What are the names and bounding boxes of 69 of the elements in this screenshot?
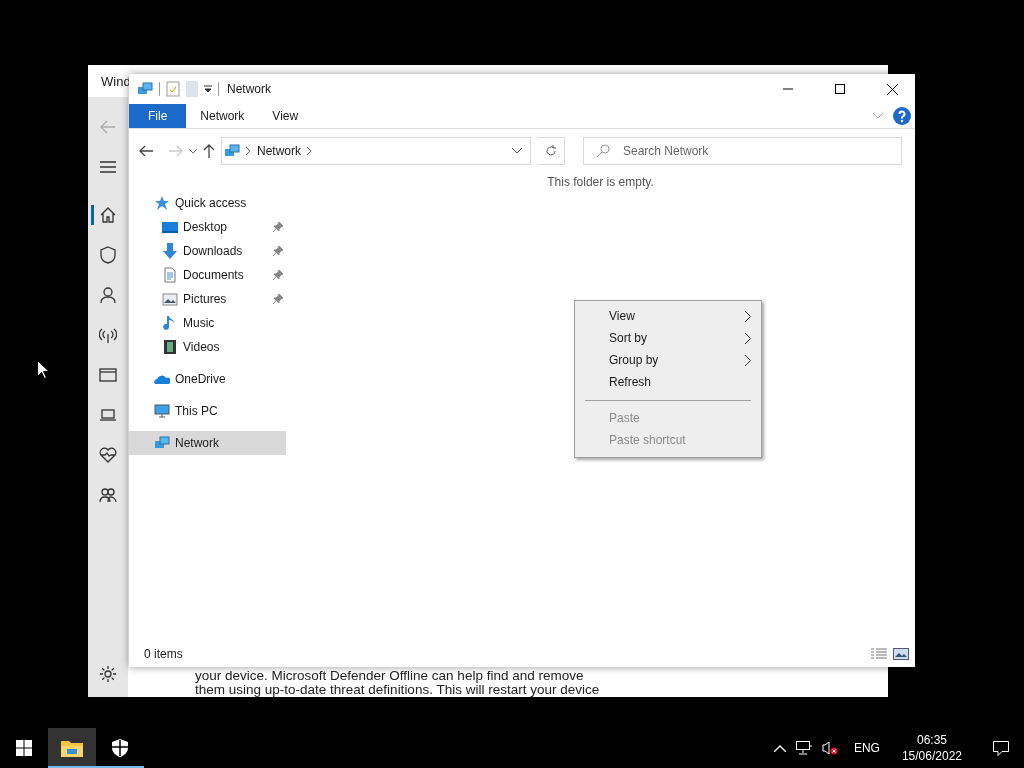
nav-item[interactable]: Videos xyxy=(129,335,286,359)
file-tab[interactable]: File xyxy=(129,104,187,128)
document-icon xyxy=(162,267,178,283)
heart-icon[interactable] xyxy=(99,446,117,464)
up-icon[interactable] xyxy=(203,144,215,158)
family-icon[interactable] xyxy=(99,486,117,504)
network-icon[interactable] xyxy=(795,741,812,755)
videos-icon xyxy=(162,339,178,355)
menu-item[interactable]: Sort by xyxy=(575,327,761,349)
menu-item[interactable]: Refresh xyxy=(575,371,761,393)
breadcrumb[interactable]: Network xyxy=(257,144,301,158)
ribbon-tab[interactable]: Network xyxy=(186,104,259,128)
recent-dropdown-icon[interactable] xyxy=(189,148,197,154)
nav-item[interactable]: OneDrive xyxy=(129,367,286,391)
taskbar-app[interactable] xyxy=(48,728,96,768)
maximize-icon xyxy=(835,84,845,94)
nav-item[interactable]: Music xyxy=(129,311,286,335)
antenna-icon[interactable] xyxy=(99,326,117,344)
ribbon-tab[interactable]: View xyxy=(258,104,313,128)
nav-item[interactable]: Pictures xyxy=(129,287,286,311)
close-icon xyxy=(886,83,898,95)
language-indicator[interactable]: ENG xyxy=(847,741,886,755)
start-icon[interactable] xyxy=(16,740,32,756)
empty-folder-message: This folder is empty. xyxy=(547,175,654,189)
network-icon xyxy=(154,435,170,451)
shield-icon[interactable] xyxy=(99,246,117,264)
search-icon xyxy=(597,144,610,157)
menu-item[interactable]: View xyxy=(575,305,761,327)
chevron-icon[interactable] xyxy=(307,147,312,155)
nav-item[interactable]: Quick access xyxy=(129,191,286,215)
download-icon xyxy=(162,243,178,259)
home-icon[interactable] xyxy=(99,206,117,224)
body-text: your device. Microsoft Defender Offline can help find and remove xyxy=(195,669,585,683)
window-icon[interactable] xyxy=(99,366,117,384)
clock[interactable]: 06:35 15/06/2022 xyxy=(895,732,968,764)
show-hidden-icons-icon[interactable] xyxy=(773,744,786,752)
star-icon xyxy=(154,195,170,211)
pictures-icon xyxy=(162,291,178,307)
mouse-cursor-icon xyxy=(37,360,49,379)
window-title: Network xyxy=(227,82,272,96)
search-field[interactable]: Search Network xyxy=(583,137,902,165)
desktop-icon xyxy=(162,219,178,235)
help-icon[interactable] xyxy=(893,107,911,125)
address-bar[interactable]: Network xyxy=(221,137,531,165)
dropdown-icon[interactable] xyxy=(204,85,212,93)
menu-icon[interactable] xyxy=(99,158,117,176)
back-icon[interactable] xyxy=(139,145,153,157)
network-icon xyxy=(137,81,153,97)
large-icons-view-icon[interactable] xyxy=(893,648,909,660)
nav-item[interactable]: Network xyxy=(129,431,286,455)
nav-item[interactable]: Desktop xyxy=(129,215,286,239)
pc-icon xyxy=(154,403,170,419)
body-text: them using up-to-date threat definitions. This will restart your device xyxy=(195,683,601,697)
nav-item[interactable]: Downloads xyxy=(129,239,286,263)
notification-icon[interactable] xyxy=(993,740,1009,756)
menu-item[interactable]: Group by xyxy=(575,349,761,371)
network-icon xyxy=(224,143,240,159)
laptop-icon[interactable] xyxy=(99,406,117,424)
item-count: 0 items xyxy=(144,647,183,661)
muted-volume-icon[interactable] xyxy=(821,741,838,755)
person-icon[interactable] xyxy=(99,286,117,304)
settings-icon[interactable] xyxy=(99,665,117,683)
shield-icon xyxy=(112,739,128,757)
nav-item[interactable]: Documents xyxy=(129,263,286,287)
nav-item[interactable]: This PC xyxy=(129,399,286,423)
refresh-icon xyxy=(544,145,557,157)
folder-icon xyxy=(61,739,83,757)
chevron-icon[interactable] xyxy=(246,147,251,155)
dropdown-icon[interactable] xyxy=(512,148,522,154)
